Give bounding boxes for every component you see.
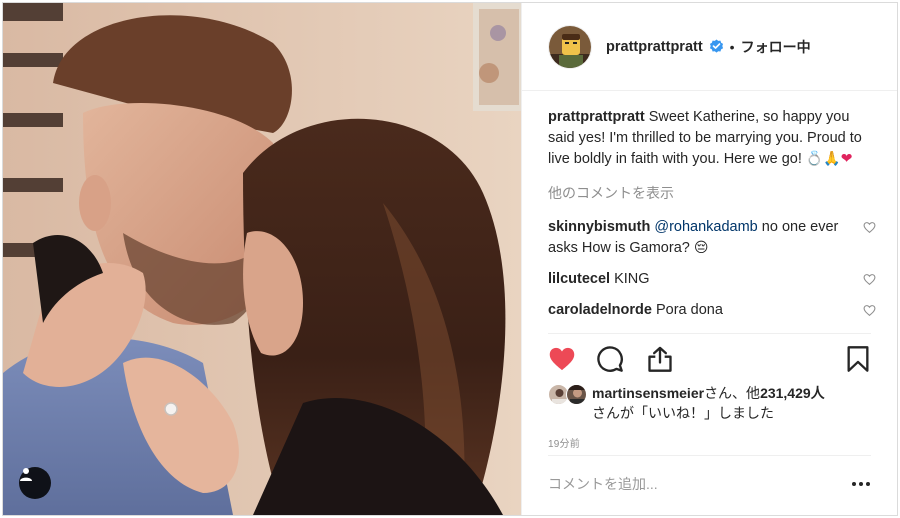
comment-bubble-icon[interactable] (596, 345, 624, 373)
likes-text-suffix: さんが「いいね！」しました (592, 405, 774, 421)
likes-count[interactable]: 231,429 (760, 385, 811, 401)
likes-count-suffix: 人 (810, 385, 825, 401)
post-timestamp[interactable]: 19分前 (548, 435, 580, 450)
photo-illustration (3, 3, 521, 515)
avatar-image (549, 25, 591, 68)
add-comment-bar (548, 455, 872, 513)
heart-emoji: ❤ (840, 151, 853, 167)
pray-emoji: 🙏 (823, 151, 841, 167)
comment-like-icon[interactable] (863, 273, 876, 286)
pensive-emoji: 😔 (693, 240, 709, 256)
comment-username[interactable]: caroladelnorde (548, 302, 652, 318)
add-comment-input[interactable] (548, 476, 828, 492)
post-caption: prattprattpratt Sweet Katherine, so happ… (548, 107, 878, 170)
comment-item: caroladelnorde Pora dona (548, 300, 878, 321)
verified-badge-icon (709, 39, 723, 53)
action-bar (548, 343, 872, 379)
comment-text: Pora dona (655, 302, 723, 318)
liker-avatar-image (567, 385, 586, 404)
liker-avatar (566, 384, 587, 405)
comment-item: skinnybismuth @rohankadamb no one ever a… (548, 217, 878, 259)
post-sidebar: prattprattpratt • フォロー中 prattprattpratt … (521, 3, 897, 515)
comment-username[interactable]: lilcutecel (548, 271, 610, 287)
post-photo[interactable] (3, 3, 521, 515)
ring-emoji: 💍 (805, 151, 824, 167)
bookmark-icon[interactable] (844, 345, 872, 373)
comment-username[interactable]: skinnybismuth (548, 219, 650, 235)
person-icon (20, 468, 32, 481)
likes-text: martinsensmeierさん、他231,429人 さんが「いいね！」しまし… (548, 383, 878, 423)
author-avatar[interactable] (548, 24, 592, 69)
likes-text-after-name: さん、他 (704, 385, 761, 401)
first-liker-username[interactable]: martinsensmeier (592, 385, 704, 401)
instagram-post: prattprattpratt • フォロー中 prattprattpratt … (2, 2, 898, 516)
view-more-comments-link[interactable]: 他のコメントを表示 (548, 183, 878, 204)
divider (548, 333, 871, 334)
liker-avatars (548, 384, 588, 406)
user-tag-button[interactable] (19, 467, 51, 499)
heart-filled-icon[interactable] (548, 345, 576, 373)
more-options-icon[interactable] (852, 479, 872, 489)
comments-section: prattprattpratt Sweet Katherine, so happ… (548, 103, 878, 333)
comment-like-icon[interactable] (863, 304, 876, 317)
comment-item: lilcutecel KING (548, 269, 878, 290)
post-header: prattprattpratt • フォロー中 (522, 3, 897, 91)
following-button[interactable]: フォロー中 (741, 37, 811, 57)
separator-dot: • (729, 38, 735, 55)
author-handle[interactable]: prattprattpratt (606, 39, 703, 55)
caption-username[interactable]: prattprattpratt (548, 109, 645, 125)
share-upload-icon[interactable] (646, 345, 674, 373)
comment-like-icon[interactable] (863, 221, 876, 234)
likes-summary: martinsensmeierさん、他231,429人 さんが「いいね！」しまし… (548, 383, 878, 423)
comment-mention[interactable]: @rohankadamb (654, 219, 757, 235)
comment-text: KING (614, 271, 650, 287)
